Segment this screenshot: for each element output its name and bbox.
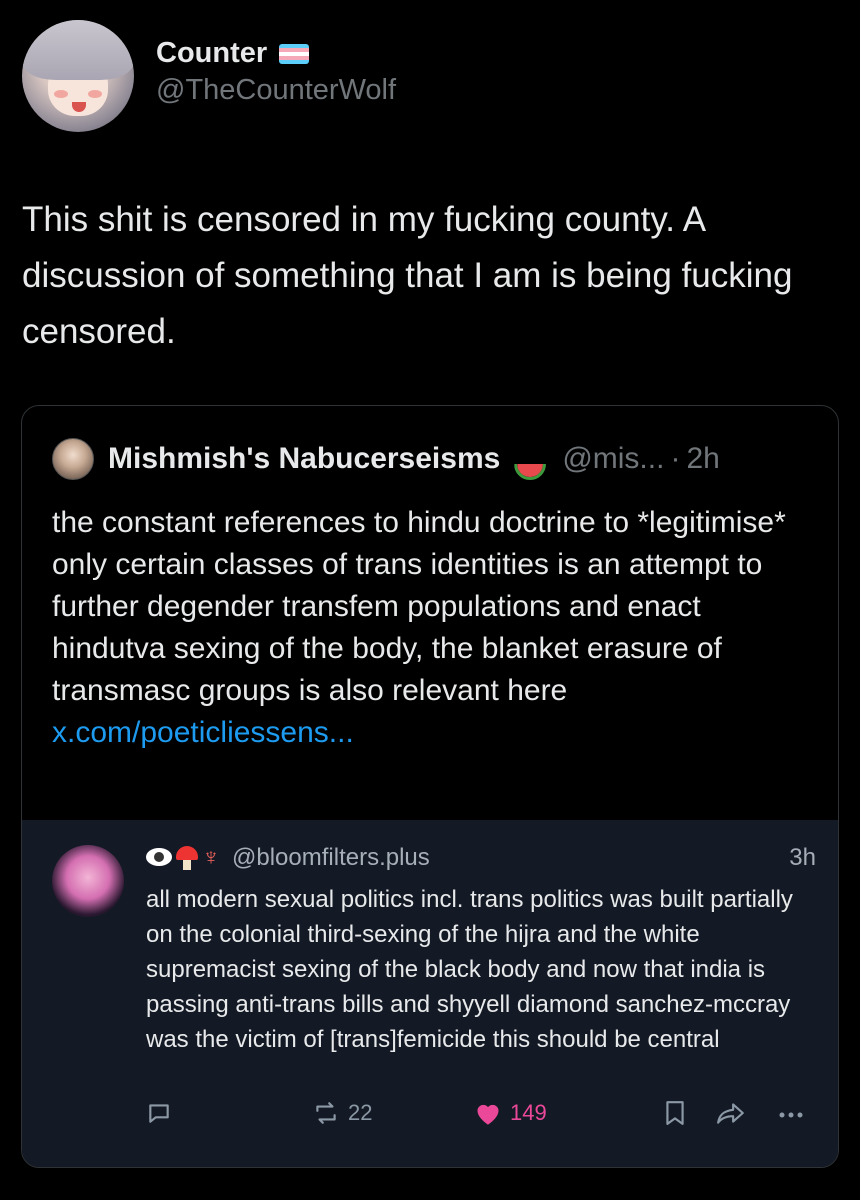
dot-separator: ·	[670, 442, 681, 475]
post-action-bar: 22 149	[0, 1100, 860, 1150]
nested-post-header: ♆ @bloomfilters.plus 3h	[146, 844, 816, 872]
more-options-button[interactable]	[776, 1100, 806, 1126]
bookmark-button[interactable]	[664, 1100, 686, 1126]
repost-button[interactable]: 22	[312, 1100, 372, 1126]
quoted-author-avatar[interactable]	[52, 438, 94, 480]
quoted-author-handle[interactable]: @mis...	[562, 442, 664, 476]
repost-icon	[316, 1102, 336, 1124]
author-display-name[interactable]: Counter	[156, 37, 396, 70]
nested-post-text: all modern sexual politics incl. trans p…	[146, 886, 793, 1053]
author-avatar[interactable]	[22, 20, 134, 132]
quoted-post-text: the constant references to hindu doctrin…	[52, 502, 812, 754]
nested-author-emojis: ♆	[146, 846, 224, 870]
bookmark-icon	[666, 1101, 684, 1125]
nested-post-time[interactable]: 3h	[789, 844, 816, 872]
eye-icon	[146, 848, 172, 866]
more-dots-icon	[779, 1112, 803, 1118]
quoted-post[interactable]: Mishmish's Nabucerseisms @mis... · 2h th…	[21, 405, 839, 1168]
like-button[interactable]: 149	[474, 1100, 547, 1126]
like-count: 149	[510, 1100, 547, 1125]
share-button[interactable]	[716, 1100, 746, 1126]
mushroom-icon	[176, 846, 198, 870]
display-name-text[interactable]: Counter	[156, 37, 267, 70]
reply-button[interactable]	[146, 1100, 172, 1126]
tweet-author: Counter @TheCounterWolf	[22, 20, 396, 132]
quoted-post-time[interactable]: 2h	[686, 442, 719, 476]
quoted-post-body: the constant references to hindu doctrin…	[52, 506, 786, 707]
repost-count: 22	[348, 1100, 373, 1125]
trans-flag-icon	[279, 43, 310, 64]
share-arrow-icon	[717, 1103, 744, 1124]
reply-icon	[149, 1104, 169, 1123]
quoted-post-link[interactable]: x.com/poeticliessens...	[52, 716, 354, 749]
tweet-text: This shit is censored in my fucking coun…	[22, 200, 793, 351]
coral-icon: ♆	[202, 844, 220, 871]
watermelon-icon	[512, 448, 548, 480]
heart-icon	[477, 1104, 499, 1125]
nested-author-avatar[interactable]	[52, 845, 124, 917]
quoted-post-header: Mishmish's Nabucerseisms @mis... · 2h	[52, 438, 720, 480]
quoted-author-name[interactable]: Mishmish's Nabucerseisms	[108, 442, 500, 476]
nested-author-handle[interactable]: @bloomfilters.plus	[232, 844, 789, 872]
author-handle[interactable]: @TheCounterWolf	[156, 74, 396, 107]
